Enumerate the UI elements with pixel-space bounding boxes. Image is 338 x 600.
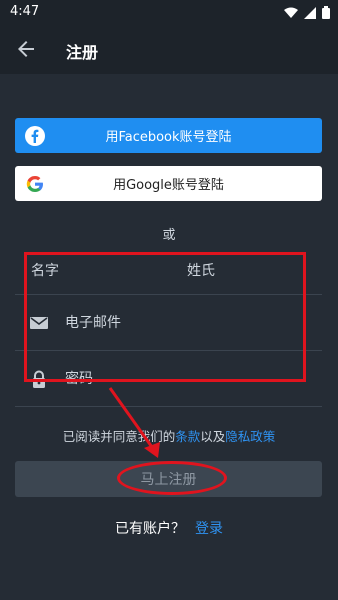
annotation-highlight-box	[24, 252, 306, 382]
login-link[interactable]: 登录	[195, 521, 223, 537]
signal-icon	[304, 4, 316, 23]
google-login-button[interactable]: 用Google账号登陆	[15, 166, 322, 201]
app-bar: 注册	[0, 24, 338, 74]
annotation-arrow-icon	[108, 387, 160, 458]
facebook-login-button[interactable]: 用Facebook账号登陆	[15, 118, 322, 153]
back-arrow-icon[interactable]	[14, 37, 38, 61]
wifi-icon	[284, 4, 298, 23]
google-login-label: 用Google账号登陆	[113, 178, 224, 193]
or-divider-text: 或	[162, 228, 176, 243]
terms-middle: 以及	[200, 429, 226, 444]
status-time: 4:47	[10, 4, 40, 19]
google-icon	[25, 174, 45, 194]
privacy-policy-link[interactable]: 隐私政策	[225, 429, 275, 444]
facebook-icon	[25, 126, 45, 146]
terms-link[interactable]: 条款	[175, 429, 200, 444]
battery-icon	[322, 4, 330, 23]
login-row: 已有账户？ 登录	[0, 518, 338, 538]
page-title: 注册	[66, 43, 99, 62]
login-prompt: 已有账户？	[115, 521, 185, 537]
status-bar: 4:47	[0, 0, 338, 24]
facebook-login-label: 用Facebook账号登陆	[105, 130, 232, 145]
annotation-highlight-ellipse	[117, 461, 227, 495]
status-icons	[284, 4, 330, 23]
